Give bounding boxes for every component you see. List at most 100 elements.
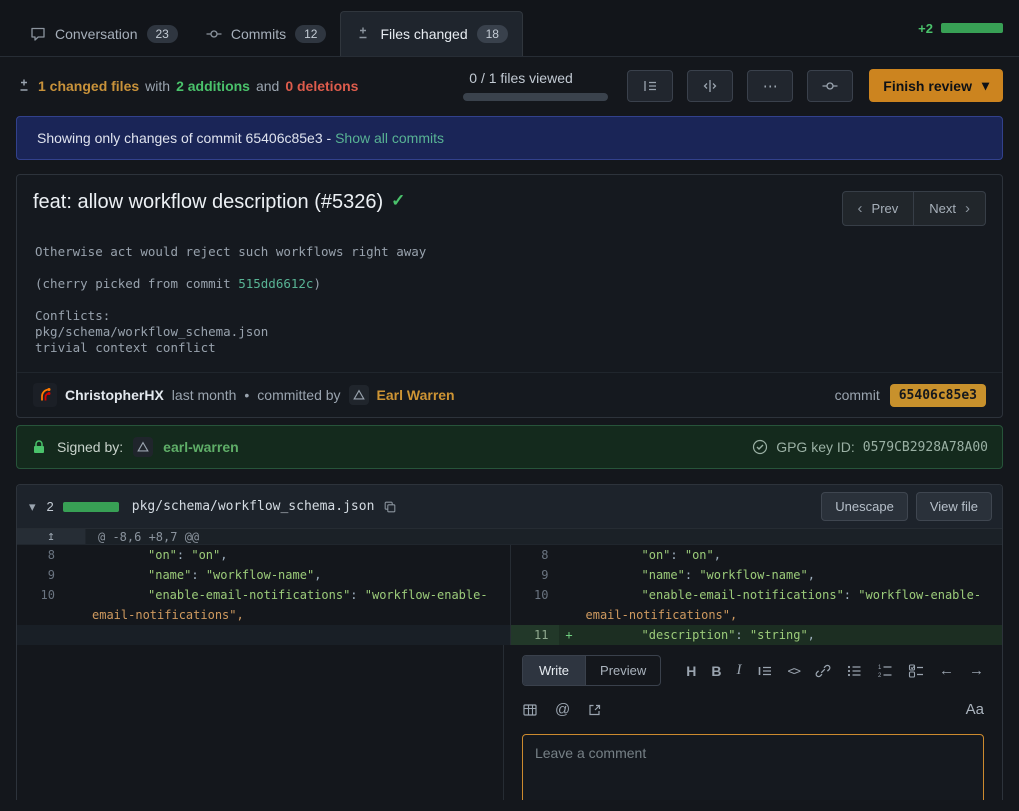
author-avatar[interactable] [33,383,57,407]
diff-cell-empty [17,625,510,645]
diff-cell: 8 "on": "on", [17,545,510,565]
commit-message-body: Otherwise act would reject such workflow… [17,230,1002,372]
tab-conversation[interactable]: Conversation 23 [16,11,192,56]
expand-hunk-button[interactable]: ↥ [17,529,86,544]
committer-avatar[interactable] [349,385,369,405]
mention-button[interactable]: @ [555,701,570,718]
diff-cell: 9 "name": "workflow-name", [510,565,1003,585]
triangle-avatar-icon [136,440,150,454]
undo-button[interactable]: ← [939,662,954,679]
author-name[interactable]: ChristopherHX [65,387,164,403]
commit-message-line: trivial context conflict [35,340,984,356]
quote-button[interactable] [757,663,773,679]
svg-text:1: 1 [878,665,882,671]
diff-sign [559,565,580,585]
diff-icon [16,78,32,94]
code-line: "name": "workflow-name", [580,565,1003,585]
next-commit-button[interactable]: Next › [914,191,986,226]
changed-files-link[interactable]: 1 changed files [38,78,139,94]
diff-cell: 10 "enable-email-notifications": "workflo… [17,585,510,625]
commit-filter-banner: Showing only changes of commit 65406c85e… [16,116,1003,160]
unescape-button[interactable]: Unescape [821,492,908,521]
line-number[interactable]: 8 [511,545,559,565]
ordered-list-button[interactable]: 1 2 [877,663,893,679]
diff-sign [559,545,580,565]
chevron-right-icon: › [965,200,970,217]
commit-message-line: (cherry picked from commit 515dd6612c) [35,276,984,292]
line-number[interactable]: 9 [511,565,559,585]
bullet-list-icon [846,663,862,679]
hunk-header-text: @ -8,6 +8,7 @@ [86,529,199,544]
line-number[interactable]: 9 [17,565,65,585]
view-file-button[interactable]: View file [916,492,992,521]
link-icon [815,663,831,679]
deletions-text: 0 deletions [285,78,358,94]
bold-button[interactable]: B [711,663,721,679]
hunk-header-row: ↥ @ -8,6 +8,7 @@ [17,529,1002,545]
link-button[interactable] [815,663,831,679]
commit-sha-badge[interactable]: 65406c85e3 [890,384,986,407]
code-line: "enable-email-notifications": "workflow-… [86,585,510,625]
unordered-list-button[interactable] [846,663,862,679]
signer-name[interactable]: earl-warren [163,439,238,455]
file-diff-header: ▾ 2 pkg/schema/workflow_schema.json Unes… [17,485,1002,529]
task-list-button[interactable] [908,663,924,679]
signer-avatar[interactable] [133,437,153,457]
prev-label: Prev [872,201,899,216]
tab-files-changed[interactable]: Files changed 18 [340,11,523,56]
tab-preview[interactable]: Preview [585,656,660,685]
copy-path-icon[interactable] [383,500,397,514]
line-number[interactable]: 11 [511,625,559,645]
editor-toolbar-secondary: @ Aa [522,701,984,718]
ellipsis-icon: ⋯ [763,77,778,95]
file-tree-toggle-button[interactable] [627,70,673,102]
additions-text: 2 additions [176,78,250,94]
code-line: "on": "on", [580,545,1003,565]
inline-editor-row: Write Preview H B I <> [17,645,1002,800]
comment-textarea[interactable] [522,734,984,800]
code-button[interactable]: <> [788,664,800,678]
diff-sign [65,585,86,625]
diff-row: 11+"description": "string", [17,625,1002,645]
pr-tab-bar: Conversation 23 Commits 12 Files changed… [0,0,1019,57]
diff-options-button[interactable]: ⋯ [747,70,793,102]
code-line: "on": "on", [86,545,510,565]
diff-cell: 9"name": "workflow-name", [17,565,510,585]
diff-cell: 8 "on": "on", [510,545,1003,565]
commit-box: feat: allow workflow description (#5326)… [16,174,1003,418]
commit-hash-link[interactable]: 515dd6612c [238,276,313,291]
show-all-commits-link[interactable]: Show all commits [335,130,444,146]
tab-write[interactable]: Write [523,656,585,685]
caret-down-icon: ▾ [982,77,989,94]
and-text: and [256,78,279,94]
reference-button[interactable] [587,702,603,718]
heading-button[interactable]: H [686,663,696,679]
files-viewed-text: 0 / 1 files viewed [463,70,613,86]
redo-button[interactable]: → [969,662,984,679]
diff-sign [65,565,86,585]
lock-icon [31,439,47,455]
table-button[interactable] [522,702,538,718]
line-number[interactable]: 10 [511,585,559,625]
text-size-button[interactable]: Aa [966,701,984,718]
line-number[interactable]: 8 [17,545,65,565]
diff-additions-total: +2 [918,21,933,36]
committed-by-text: committed by [257,387,340,403]
committer-name[interactable]: Earl Warren [377,387,455,403]
commit-select-button[interactable] [807,70,853,102]
split-view-toggle-button[interactable] [687,70,733,102]
commit-message-line: pkg/schema/workflow_schema.json [35,324,984,340]
tab-commits[interactable]: Commits 12 [192,11,341,56]
line-number[interactable]: 10 [17,585,65,625]
italic-button[interactable]: I [737,662,742,679]
tab-commits-count: 12 [295,25,326,43]
tab-conversation-count: 23 [147,25,178,43]
commit-time: last month [172,387,237,403]
file-diff-stat-bar [63,502,119,512]
task-list-icon [908,663,924,679]
finish-review-button[interactable]: Finish review ▾ [869,69,1003,102]
commit-label: commit [835,387,880,403]
svg-text:2: 2 [878,673,882,679]
prev-commit-button[interactable]: ‹ Prev [842,191,915,226]
collapse-file-icon[interactable]: ▾ [27,499,38,515]
